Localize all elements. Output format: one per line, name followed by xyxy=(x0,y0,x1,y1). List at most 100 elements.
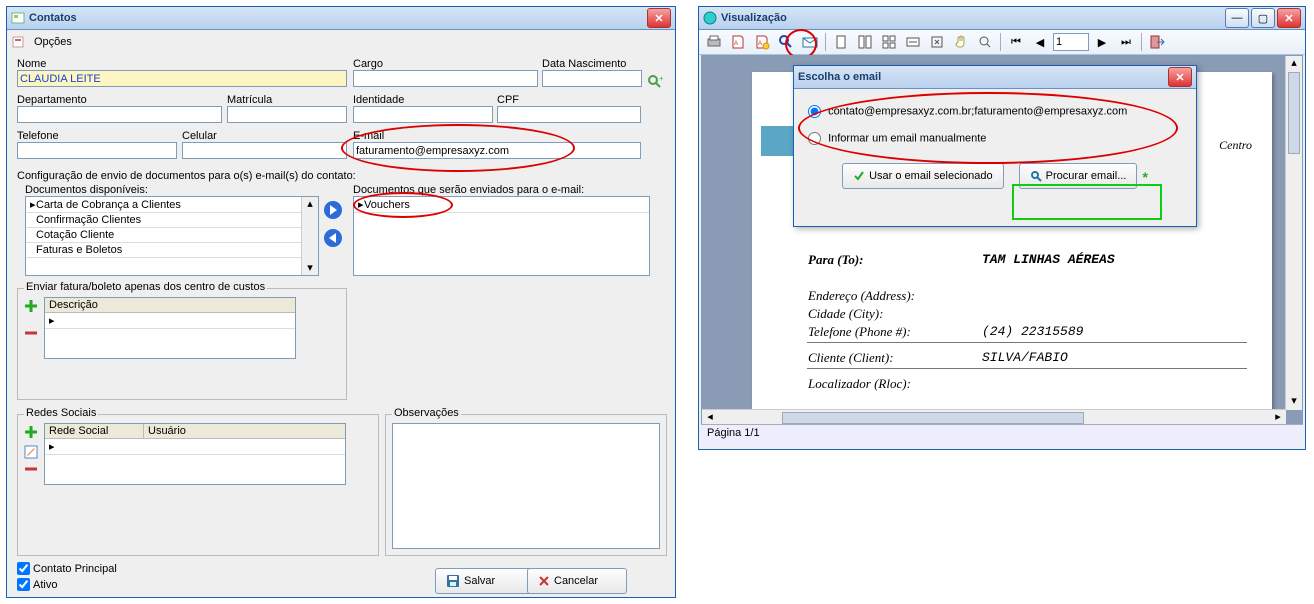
zoom-width-icon[interactable] xyxy=(902,31,924,53)
move-right-button[interactable] xyxy=(323,200,343,220)
visualizacao-titlebar: Visualização — ▢ ✕ xyxy=(699,7,1305,30)
observacoes-text[interactable] xyxy=(392,423,660,549)
next-page-icon[interactable]: ▶ xyxy=(1091,31,1113,53)
docs-disponiveis-list[interactable]: ▸Carta de Cobrança a Clientes Confirmaçã… xyxy=(25,196,319,276)
radio-email-option[interactable]: contato@empresaxyz.com.br;faturamento@em… xyxy=(808,105,1182,118)
remove-button[interactable] xyxy=(24,329,38,337)
label-matricula: Matrícula xyxy=(227,94,347,106)
contato-principal-checkbox[interactable]: Contato Principal xyxy=(17,562,117,575)
redes-table[interactable]: Rede Social Usuário ▸ xyxy=(44,423,346,485)
print-icon[interactable] xyxy=(703,31,725,53)
page-input[interactable] xyxy=(1053,33,1089,51)
contatos-titlebar: Contatos ✕ xyxy=(7,7,675,30)
maximize-button[interactable]: ▢ xyxy=(1251,8,1275,28)
pdf-multi-icon[interactable]: A xyxy=(751,31,773,53)
label-cpf: CPF xyxy=(497,94,641,106)
datanasc-input[interactable] xyxy=(542,70,642,87)
email-icon[interactable] xyxy=(799,31,821,53)
preview-end-lbl: Endereço (Address): xyxy=(808,288,915,304)
label-config: Configuração de envio de documentos para… xyxy=(17,170,356,182)
options-icon xyxy=(11,35,25,49)
radio-manual-option[interactable]: Informar um email manualmente xyxy=(808,132,1182,145)
label-departamento: Departamento xyxy=(17,94,222,106)
add-button[interactable] xyxy=(24,299,38,313)
info-stripe xyxy=(761,126,797,156)
preview-loc-lbl: Localizador (Rloc): xyxy=(808,376,911,392)
hand-icon[interactable] xyxy=(950,31,972,53)
pdf-icon[interactable]: A xyxy=(727,31,749,53)
svg-text:+: + xyxy=(659,74,663,83)
usar-email-button[interactable]: Usar o email selecionado xyxy=(842,163,1004,189)
exit-icon[interactable] xyxy=(1146,31,1168,53)
docs-enviados-list[interactable]: ▸Vouchers xyxy=(353,196,650,276)
zoom-tool-icon[interactable] xyxy=(974,31,996,53)
svg-text:A: A xyxy=(758,41,762,47)
procurar-email-button[interactable]: Procurar email... xyxy=(1019,163,1138,189)
move-left-button[interactable] xyxy=(323,228,343,248)
separator xyxy=(825,33,826,51)
cpf-input[interactable] xyxy=(497,106,641,123)
label-datanasc: Data Nascimento xyxy=(542,58,642,70)
menu-options[interactable]: Opções xyxy=(28,34,78,50)
descricao-table[interactable]: Descrição ▸ xyxy=(44,297,296,359)
vertical-scrollbar[interactable]: ▴ ▾ xyxy=(1285,56,1302,410)
prev-page-icon[interactable]: ◀ xyxy=(1029,31,1051,53)
preview-tel-val: (24) 22315589 xyxy=(982,324,1083,339)
cargo-input[interactable] xyxy=(353,70,538,87)
page-grid-icon[interactable] xyxy=(878,31,900,53)
page-twopage-icon[interactable] xyxy=(854,31,876,53)
label-identidade: Identidade xyxy=(353,94,493,106)
preview-cliente-val: SILVA/FABIO xyxy=(982,350,1068,365)
group-redes: Redes Sociais Rede Social Usuário ▸ xyxy=(17,414,379,556)
label-celular: Celular xyxy=(182,130,347,142)
edit-button[interactable] xyxy=(24,445,38,459)
search-icon[interactable]: + xyxy=(647,74,663,90)
label-observ: Observações xyxy=(392,407,461,419)
list-item[interactable]: Cotação Cliente xyxy=(36,229,114,241)
first-page-icon[interactable]: ⏮ xyxy=(1005,31,1027,53)
nome-input[interactable] xyxy=(17,70,347,87)
email-input[interactable] xyxy=(353,142,641,159)
label-cargo: Cargo xyxy=(353,58,538,70)
cancelar-button[interactable]: Cancelar xyxy=(527,568,627,594)
dialog-title: Escolha o email xyxy=(798,71,1166,83)
minimize-button[interactable]: — xyxy=(1225,8,1249,28)
last-page-icon[interactable]: ⏭ xyxy=(1115,31,1137,53)
scrollbar[interactable]: ▴ ▾ xyxy=(301,197,318,275)
close-button[interactable]: ✕ xyxy=(647,8,671,28)
preview-tel-lbl: Telefone (Phone #): xyxy=(808,324,911,340)
label-telefone: Telefone xyxy=(17,130,177,142)
page-onepage-icon[interactable] xyxy=(830,31,852,53)
col-usuario: Usuário xyxy=(144,424,345,438)
asterisk-icon: * xyxy=(1142,169,1147,185)
contatos-window: Contatos ✕ Opções Nome Cargo Data Nascim… xyxy=(6,6,676,598)
find-icon[interactable] xyxy=(775,31,797,53)
remove-button[interactable] xyxy=(24,465,38,473)
zoom-fit-icon[interactable] xyxy=(926,31,948,53)
close-button[interactable]: ✕ xyxy=(1277,8,1301,28)
label-docsdisp: Documentos disponíveis: xyxy=(25,184,148,196)
col-descricao: Descrição xyxy=(45,298,295,313)
ativo-checkbox[interactable]: Ativo xyxy=(17,578,57,591)
menubar: Opções xyxy=(7,30,675,54)
escolha-email-dialog: Escolha o email ✕ contato@empresaxyz.com… xyxy=(793,65,1197,227)
label-envfatura: Enviar fatura/boleto apenas dos centro d… xyxy=(24,281,267,293)
matricula-input[interactable] xyxy=(227,106,347,123)
list-item[interactable]: Confirmação Clientes xyxy=(36,214,141,226)
label-nome: Nome xyxy=(17,58,347,70)
separator xyxy=(1000,33,1001,51)
list-item[interactable]: Faturas e Boletos xyxy=(36,244,122,256)
telefone-input[interactable] xyxy=(17,142,177,159)
departamento-input[interactable] xyxy=(17,106,222,123)
salvar-button[interactable]: Salvar xyxy=(435,568,535,594)
contacts-icon xyxy=(11,11,25,25)
window-title: Contatos xyxy=(29,12,645,24)
list-item[interactable]: Carta de Cobrança a Clientes xyxy=(36,199,181,211)
identidade-input[interactable] xyxy=(353,106,493,123)
svg-text:A: A xyxy=(734,41,738,47)
add-button[interactable] xyxy=(24,425,38,439)
close-button[interactable]: ✕ xyxy=(1168,67,1192,87)
celular-input[interactable] xyxy=(182,142,347,159)
dialog-titlebar: Escolha o email ✕ xyxy=(794,66,1196,89)
list-item[interactable]: Vouchers xyxy=(364,199,410,211)
